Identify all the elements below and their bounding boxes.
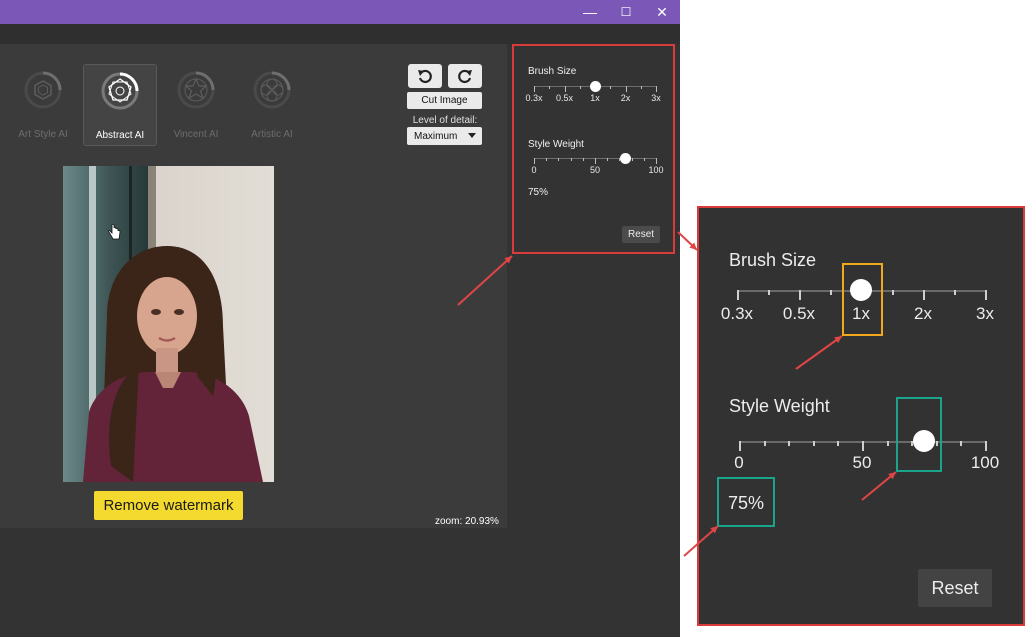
maximize-button[interactable]: ☐ (608, 0, 644, 24)
hand-cursor-icon (108, 224, 121, 240)
style-weight-tick-label: 50 (589, 165, 601, 175)
star-ring-icon (177, 71, 215, 109)
zoomed-style-weight-tick-label: 100 (970, 453, 1000, 472)
level-of-detail-select[interactable]: Maximum (407, 127, 482, 145)
style-label: Vincent AI (173, 129, 219, 140)
style-label: Art Style AI (18, 129, 68, 140)
style-weight-tick-label: 100 (648, 165, 664, 175)
slider-major-tick (862, 441, 864, 451)
minimize-button[interactable]: — (572, 0, 608, 24)
reset-button[interactable]: Reset (622, 226, 660, 243)
slider-major-tick (534, 86, 535, 92)
slider-minor-tick (837, 441, 840, 446)
slider-major-tick (656, 86, 657, 92)
style-weight-title: Style Weight (528, 139, 584, 150)
slider-major-tick (923, 290, 925, 300)
slider-major-tick (656, 158, 657, 164)
slider-minor-tick (546, 158, 548, 161)
zoomed-style-weight-value: 75% (728, 493, 765, 513)
status-area (0, 528, 680, 637)
brush-size-tick-label: 3x (651, 93, 661, 103)
zoomed-style-weight-title: Style Weight (729, 396, 830, 416)
slider-major-tick (534, 158, 535, 164)
slider-minor-tick (610, 86, 612, 89)
slider-minor-tick (607, 158, 609, 161)
cut-image-button[interactable]: Cut Image (407, 92, 482, 109)
slider-minor-tick (886, 441, 889, 446)
slider-minor-tick (812, 441, 815, 446)
slider-minor-tick (788, 441, 791, 446)
zoomed-brush-size-tick-label: 3x (976, 304, 994, 323)
style-card-vincent-ai[interactable]: Vincent AI (160, 64, 232, 144)
hexagon-ring-icon (24, 71, 62, 109)
style-weight-slider-knob[interactable] (620, 152, 631, 164)
style-weight-tick-label: 0 (531, 165, 537, 175)
pentagon-ring-icon (101, 72, 139, 110)
zoom-level: zoom: 20.93% (435, 516, 499, 527)
slider-major-tick (739, 441, 741, 451)
slider-minor-tick (954, 290, 956, 295)
slider-minor-tick (892, 290, 894, 295)
style-weight-value: 75% (528, 187, 549, 198)
undo-icon (418, 69, 432, 84)
zoomed-settings-panel: Brush Size Style Weight 75% Reset 0.3x 0.… (697, 206, 1025, 626)
slider-major-tick (595, 158, 596, 164)
brush-size-title: Brush Size (528, 66, 577, 77)
chevron-down-icon (468, 133, 476, 138)
portrait-photo[interactable] (63, 166, 274, 482)
zoomed-brush-size-tick-label: 1x (852, 304, 870, 323)
remove-watermark-button[interactable]: Remove watermark (94, 491, 243, 520)
style-label: Abstract AI (95, 130, 145, 141)
slider-minor-tick (558, 158, 560, 161)
style-card-abstract-ai[interactable]: Abstract AI (83, 64, 157, 146)
slider-minor-tick (570, 158, 572, 161)
slider-minor-tick (579, 86, 581, 89)
zoomed-style-weight-tick-label: 0 (734, 453, 744, 472)
slider-major-tick (985, 290, 987, 300)
zoomed-brush-size-title: Brush Size (729, 250, 817, 270)
brush-size-slider-knob[interactable] (589, 80, 601, 92)
slider-major-tick (985, 441, 987, 451)
slider-major-tick (799, 290, 801, 300)
style-card-artistic-ai[interactable]: Artistic AI (236, 64, 308, 144)
brush-size-tick-label: 0.3x (525, 93, 543, 103)
slider-minor-tick (830, 290, 832, 295)
slider-minor-tick (935, 441, 938, 446)
zoomed-brush-size-slider-knob[interactable] (850, 279, 872, 301)
style-label: Artistic AI (251, 129, 293, 140)
rotate-right-button[interactable] (448, 64, 482, 88)
redo-icon (458, 69, 472, 84)
zoomed-brush-size-tick-label: 2x (914, 304, 932, 323)
slider-minor-tick (763, 441, 766, 446)
zoomed-style-weight-tick-label: 50 (852, 453, 872, 472)
slider-major-tick (564, 86, 566, 92)
level-of-detail-value: Maximum (414, 131, 458, 142)
slider-minor-tick (768, 290, 770, 295)
slider-minor-tick (960, 441, 963, 446)
slider-minor-tick (643, 158, 645, 161)
level-of-detail-label: Level of detail: (412, 115, 478, 126)
zoomed-brush-size-tick-label: 0.3x (720, 304, 754, 323)
zoomed-style-weight-slider-knob[interactable] (912, 430, 935, 452)
zoomed-brush-size-tick-label: 0.5x (782, 304, 816, 323)
annotation-arrow (677, 231, 698, 251)
zoomed-reset-button[interactable]: Reset (918, 569, 992, 607)
slider-major-tick (737, 290, 739, 300)
slider-minor-tick (549, 86, 551, 89)
brush-size-tick-label: 1x (590, 93, 600, 103)
slider-major-tick (625, 86, 627, 92)
close-button[interactable]: ✕ (644, 0, 680, 24)
title-bar: — ☐ ✕ (0, 0, 680, 24)
slider-minor-tick (631, 158, 633, 161)
slider-minor-tick (640, 86, 642, 89)
flower-ring-icon (253, 71, 291, 109)
rotate-left-button[interactable] (408, 64, 442, 88)
arrowhead-icon (689, 242, 697, 250)
brush-size-tick-label: 0.5x (555, 93, 574, 103)
slider-minor-tick (582, 158, 584, 161)
brush-size-tick-label: 2x (620, 93, 631, 103)
style-card-art-style-ai[interactable]: Art Style AI (7, 64, 79, 144)
